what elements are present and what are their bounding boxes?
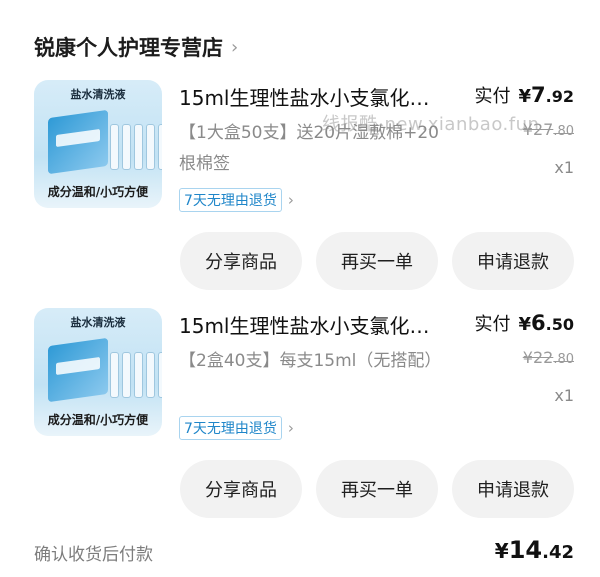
buy-again-button[interactable]: 再买一单 — [316, 232, 438, 290]
product-box-image — [48, 109, 108, 175]
chevron-right-icon: › — [231, 36, 239, 58]
chevron-right-icon: › — [287, 191, 294, 209]
thumbnail-title: 盐水清洗液 — [70, 316, 126, 329]
store-name: 锐康个人护理专营店 — [34, 36, 223, 60]
payment-status: 确认收货后付款 — [34, 545, 153, 565]
product-spec: 【2盒40支】每支15ml（无搭配） — [179, 351, 442, 371]
vials-image — [110, 124, 162, 170]
thumbnail-footer: 成分温和/小巧方便 — [47, 413, 149, 427]
buy-again-button[interactable]: 再买一单 — [316, 460, 438, 518]
total-decimal: .42 — [542, 542, 574, 563]
product-box-image — [48, 337, 108, 403]
paid-price: 实付 ¥7.92 — [475, 82, 575, 108]
original-price-decimal: .80 — [553, 352, 574, 367]
currency-symbol: ¥ — [518, 314, 532, 335]
thumbnail-title: 盐水清洗液 — [70, 88, 126, 101]
order-card: 锐康个人护理专营店 › 线报酷-new.xianbao.fun 盐水清洗液 成分… — [0, 0, 600, 577]
original-price-integer: ¥22 — [522, 348, 554, 367]
product-title[interactable]: 15ml生理性盐水小支氯化… — [179, 82, 461, 111]
product-title[interactable]: 15ml生理性盐水小支氯化… — [179, 310, 461, 339]
share-product-button[interactable]: 分享商品 — [180, 460, 302, 518]
return-policy-label: 7天无理由退货 — [179, 416, 282, 440]
paid-price-decimal: .92 — [545, 87, 574, 106]
return-policy-tag[interactable]: 7天无理由退货 › — [179, 188, 294, 212]
quantity: x1 — [554, 158, 574, 177]
request-refund-button[interactable]: 申请退款 — [452, 232, 574, 290]
total-integer: 14 — [508, 536, 543, 564]
thumbnail-footer: 成分温和/小巧方便 — [47, 185, 149, 199]
request-refund-button[interactable]: 申请退款 — [452, 460, 574, 518]
original-price: ¥27.80 — [523, 120, 574, 139]
paid-price-decimal: .50 — [545, 315, 574, 334]
quantity: x1 — [554, 386, 574, 405]
currency-symbol: ¥ — [494, 539, 509, 563]
original-price: ¥22.80 — [523, 348, 574, 367]
product-spec: 【1大盒50支】送20片湿敷棉+20根棉签 — [179, 123, 439, 174]
paid-price-integer: 7 — [531, 83, 546, 107]
currency-symbol: ¥ — [518, 86, 532, 107]
paid-price-integer: 6 — [531, 311, 546, 335]
order-total: ¥14.42 — [495, 536, 574, 564]
paid-label: 实付 — [474, 314, 511, 335]
share-product-button[interactable]: 分享商品 — [180, 232, 302, 290]
paid-label: 实付 — [474, 86, 511, 107]
return-policy-label: 7天无理由退货 — [179, 188, 282, 212]
original-price-decimal: .80 — [553, 124, 574, 139]
store-header[interactable]: 锐康个人护理专营店 › — [34, 30, 238, 64]
product-thumbnail[interactable]: 盐水清洗液 成分温和/小巧方便 — [34, 308, 162, 436]
vials-image — [110, 352, 162, 398]
original-price-integer: ¥27 — [522, 120, 554, 139]
product-thumbnail[interactable]: 盐水清洗液 成分温和/小巧方便 — [34, 80, 162, 208]
chevron-right-icon: › — [287, 419, 294, 437]
paid-price: 实付 ¥6.50 — [475, 310, 575, 336]
return-policy-tag[interactable]: 7天无理由退货 › — [179, 416, 294, 440]
